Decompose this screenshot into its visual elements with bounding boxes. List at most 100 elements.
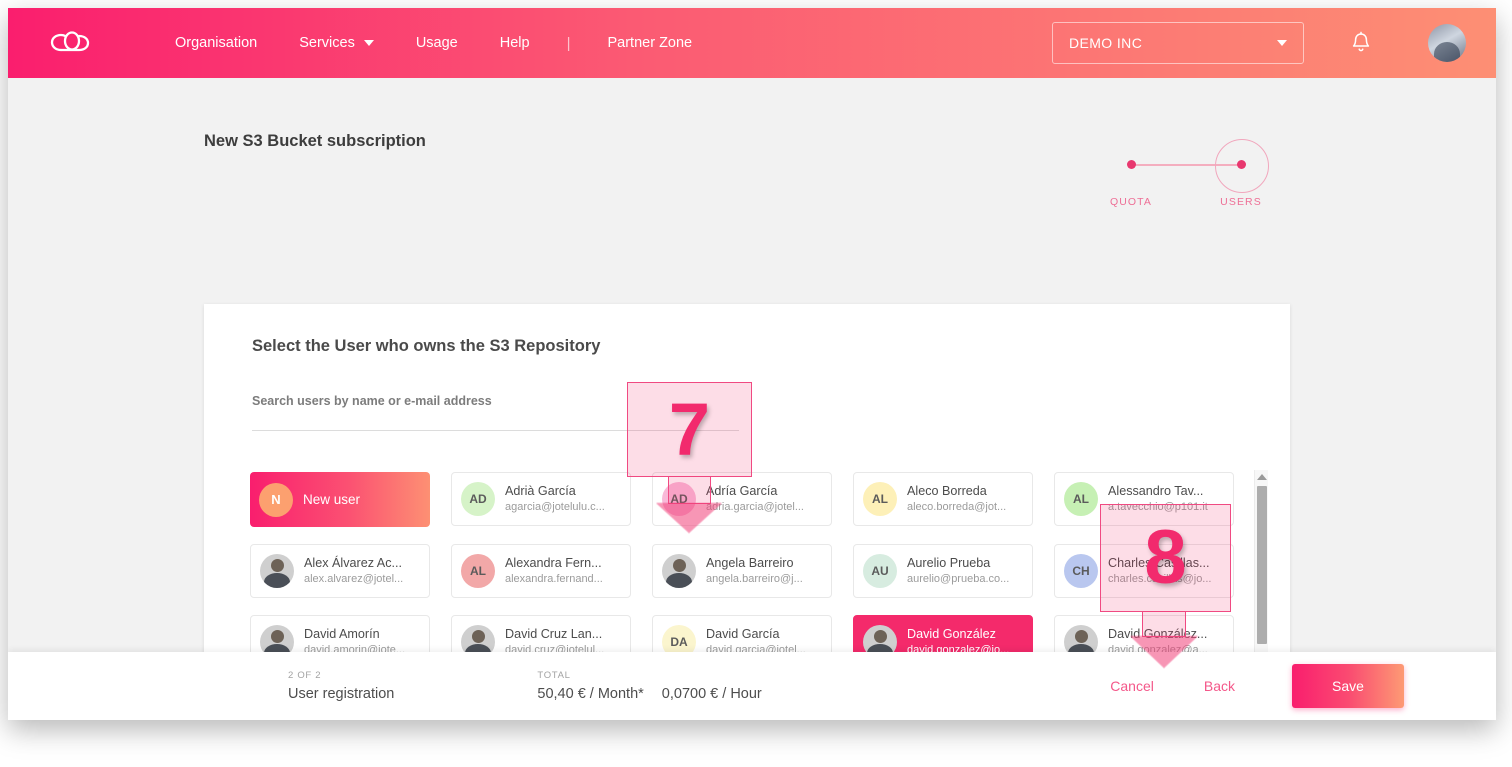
user-card[interactable]: Alex Álvarez Ac...alex.alvarez@jotel... (250, 544, 430, 598)
jotelulu-cloud-logo[interactable] (44, 23, 100, 63)
stepper-dot-active (1237, 160, 1246, 169)
user-info: Adrià Garcíaagarcia@jotelulu.c... (505, 483, 605, 515)
nav-label: Services (299, 35, 355, 51)
user-name: Alex Álvarez Ac... (304, 555, 403, 572)
user-initials-avatar: AU (863, 554, 897, 588)
user-info: Alessandro Tav...a.tavecchio@p101.it (1108, 483, 1208, 515)
user-name: Aurelio Prueba (907, 555, 1009, 572)
footer-actions: Cancel Back Save (1085, 664, 1496, 708)
user-card[interactable]: AD Adrià Garcíaagarcia@jotelulu.c... (451, 472, 631, 526)
page-title: New S3 Bucket subscription (204, 132, 426, 151)
nav-item-help[interactable]: Help (479, 35, 551, 51)
user-card[interactable]: AD Adría Garcíaadria.garcia@jotel... (652, 472, 832, 526)
user-card[interactable]: CH Charles Casillas...charles.casillas@jo… (1054, 544, 1234, 598)
footer-step-name: User registration (288, 686, 394, 702)
card-title: Select the User who owns the S3 Reposito… (252, 337, 600, 356)
user-info: Aleco Borredaaleco.borreda@jot... (907, 483, 1006, 515)
chevron-down-icon (1277, 40, 1287, 46)
user-name: David González... (1108, 626, 1208, 643)
footer-step-caption: 2 OF 2 (288, 670, 394, 681)
user-email: alex.alvarez@jotel... (304, 572, 403, 587)
user-name: Alexandra Fern... (505, 555, 603, 572)
footer-total-info: TOTAL 50,40 € / Month* 0,0700 € / Hour (537, 670, 761, 702)
scrollbar-thumb[interactable] (1257, 486, 1267, 644)
nav-label: Help (500, 35, 530, 51)
user-name: Adrià García (505, 483, 605, 500)
user-initials-avatar: AD (662, 482, 696, 516)
main-navigation: Organisation Services Usage Help | Partn… (154, 35, 713, 52)
nav-label: Usage (416, 35, 458, 51)
price-per-hour: 0,0700 € / Hour (662, 686, 762, 702)
user-name: David Amorín (304, 626, 405, 643)
user-card[interactable]: AL Alexandra Fern...alexandra.fernand... (451, 544, 631, 598)
top-header-bar: Organisation Services Usage Help | Partn… (8, 8, 1496, 78)
progress-stepper: QUOTA USERS (1123, 116, 1283, 216)
back-button[interactable]: Back (1179, 678, 1260, 694)
user-email: aurelio@prueba.co... (907, 572, 1009, 587)
footer-bar: 2 OF 2 User registration TOTAL 50,40 € /… (8, 652, 1496, 720)
footer-total-caption: TOTAL (537, 670, 761, 681)
user-name: Angela Barreiro (706, 555, 803, 572)
new-user-card[interactable]: N New user (250, 472, 430, 527)
user-info: New user (303, 492, 360, 507)
stepper-step-quota[interactable]: QUOTA (1100, 116, 1162, 208)
cancel-button[interactable]: Cancel (1085, 678, 1179, 694)
save-button[interactable]: Save (1292, 664, 1404, 708)
footer-step-info: 2 OF 2 User registration (288, 670, 394, 702)
organisation-selector[interactable]: DEMO INC (1052, 22, 1304, 64)
stepper-label: QUOTA (1100, 196, 1162, 208)
user-info: Aurelio Pruebaaurelio@prueba.co... (907, 555, 1009, 587)
nav-item-usage[interactable]: Usage (395, 35, 479, 51)
user-card[interactable]: AU Aurelio Pruebaaurelio@prueba.co... (853, 544, 1033, 598)
notification-bell-icon[interactable] (1350, 31, 1372, 55)
user-card[interactable]: AL Aleco Borredaaleco.borreda@jot... (853, 472, 1033, 526)
header-right-controls: DEMO INC (1052, 22, 1496, 64)
user-name: David García (706, 626, 806, 643)
user-info: Charles Casillas...charles.casillas@jo..… (1108, 555, 1211, 587)
user-photo-avatar (260, 554, 294, 588)
organisation-selected-value: DEMO INC (1069, 35, 1142, 51)
user-info: Alex Álvarez Ac...alex.alvarez@jotel... (304, 555, 403, 587)
user-info: Angela Barreiroangela.barreiro@j... (706, 555, 803, 587)
stepper-step-users[interactable]: USERS (1210, 116, 1272, 208)
user-initials-avatar: N (259, 483, 293, 517)
stepper-label: USERS (1210, 196, 1272, 208)
user-avatar[interactable] (1428, 24, 1466, 62)
new-user-label: New user (303, 492, 360, 507)
user-name: Adría García (706, 483, 804, 500)
search-field-wrapper (252, 392, 739, 431)
page-content: New S3 Bucket subscription QUOTA USERS S… (8, 78, 1496, 720)
user-initials-avatar: CH (1064, 554, 1098, 588)
user-name: David Cruz Lan... (505, 626, 604, 643)
user-initials-avatar: AL (863, 482, 897, 516)
user-name: David González (907, 626, 1009, 643)
stepper-dot (1127, 160, 1136, 169)
nav-item-services[interactable]: Services (278, 35, 395, 51)
user-email: alexandra.fernand... (505, 572, 603, 587)
search-input[interactable] (252, 394, 739, 431)
user-card[interactable]: AL Alessandro Tav...a.tavecchio@p101.it (1054, 472, 1234, 526)
user-email: adria.garcia@jotel... (706, 500, 804, 515)
user-email: aleco.borreda@jot... (907, 500, 1006, 515)
user-info: Alexandra Fern...alexandra.fernand... (505, 555, 603, 587)
user-initials-avatar: AL (1064, 482, 1098, 516)
nav-item-partner-zone[interactable]: Partner Zone (586, 35, 713, 51)
user-email: a.tavecchio@p101.it (1108, 500, 1208, 515)
user-email: agarcia@jotelulu.c... (505, 500, 605, 515)
nav-label: Organisation (175, 35, 257, 51)
user-email: angela.barreiro@j... (706, 572, 803, 587)
user-initials-avatar: AL (461, 554, 495, 588)
scroll-up-arrow-icon[interactable] (1257, 474, 1267, 480)
user-card[interactable]: Angela Barreiroangela.barreiro@j... (652, 544, 832, 598)
user-initials-avatar: AD (461, 482, 495, 516)
user-name: Charles Casillas... (1108, 555, 1211, 572)
user-email: charles.casillas@jo... (1108, 572, 1211, 587)
nav-label: Partner Zone (607, 35, 692, 51)
nav-item-organisation[interactable]: Organisation (154, 35, 278, 51)
chevron-down-icon (364, 40, 374, 46)
user-name: Aleco Borreda (907, 483, 1006, 500)
user-photo-avatar (662, 554, 696, 588)
application-window: Organisation Services Usage Help | Partn… (8, 8, 1496, 720)
nav-separator: | (551, 35, 587, 52)
user-info: Adría Garcíaadria.garcia@jotel... (706, 483, 804, 515)
